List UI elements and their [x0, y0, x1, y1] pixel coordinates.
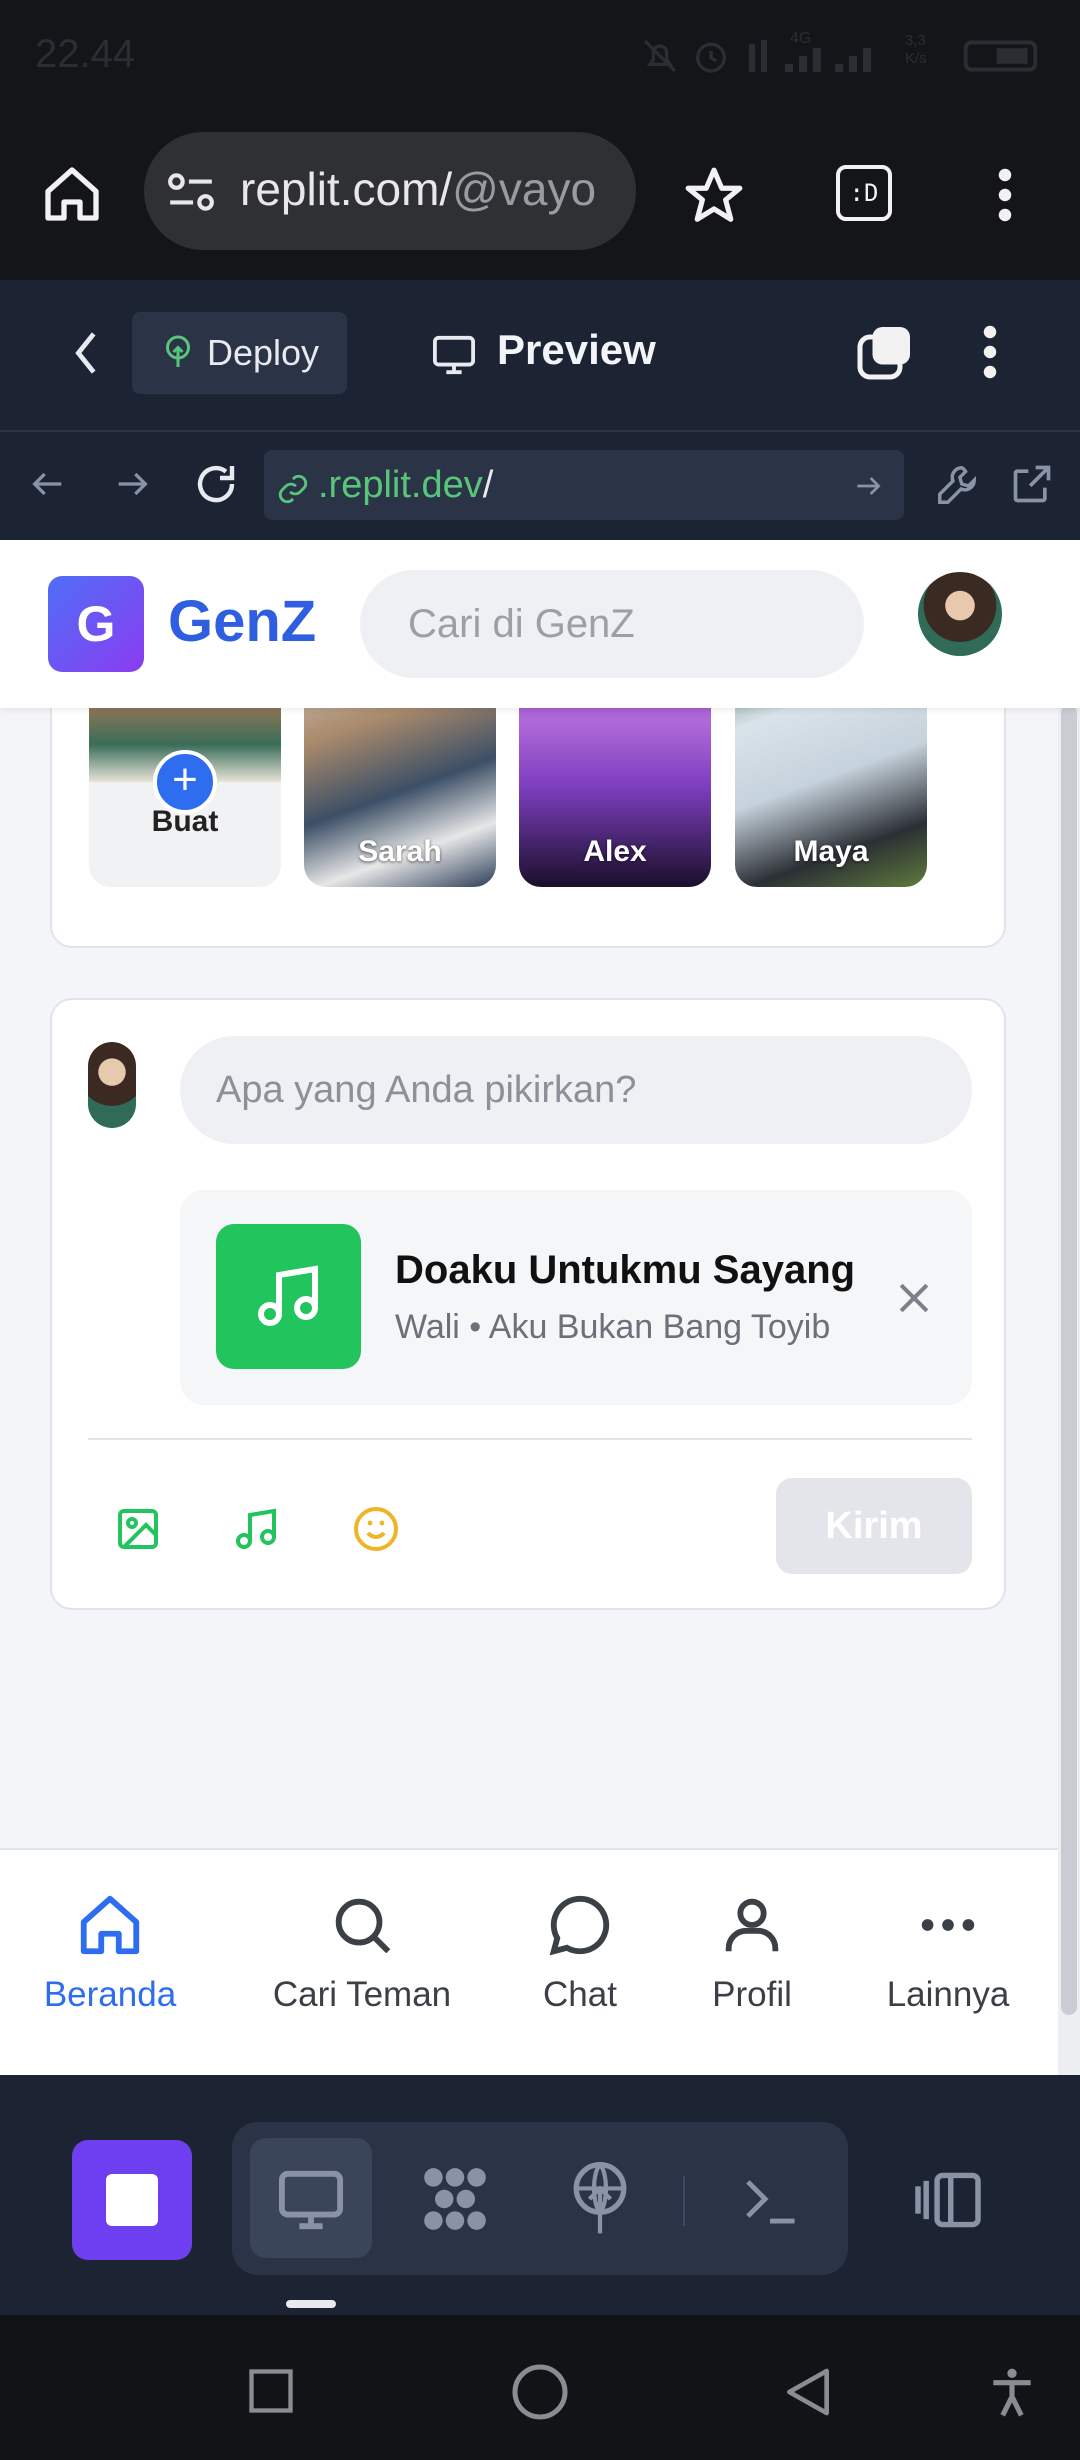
avatar[interactable] — [918, 572, 1002, 656]
tab-switcher-icon[interactable]: :D — [836, 165, 892, 221]
app-name[interactable]: GenZ — [168, 588, 316, 655]
terminal-icon[interactable] — [740, 2172, 800, 2226]
star-icon[interactable] — [683, 165, 745, 227]
music-note-icon — [216, 1224, 361, 1369]
user-icon — [725, 1898, 779, 1952]
address-text: replit.com/@vayo — [240, 162, 630, 216]
stop-button[interactable] — [72, 2140, 192, 2260]
preview-url-text: .replit.dev/ — [318, 464, 493, 507]
alarm-icon — [696, 42, 726, 73]
app-header: G GenZ — [0, 540, 1080, 708]
bottom-nav: Beranda Cari Teman Chat Profil Lainnya — [0, 1848, 1058, 2075]
nav-item-cari-teman[interactable]: Cari Teman — [262, 1890, 462, 2015]
url-host: replit.com/ — [240, 163, 453, 215]
song-artist-album: Wali • Aku Bukan Bang Toyib — [395, 1308, 831, 1346]
attached-music-card: Doaku Untukmu Sayang Wali • Aku Bukan Ba… — [180, 1190, 972, 1405]
app-preview: + Buat Sarah Alex Maya Doaku Untukmu Say… — [0, 540, 1080, 2075]
song-title: Doaku Untukmu Sayang — [395, 1248, 856, 1292]
tab-indicator — [286, 2300, 336, 2308]
post-input[interactable] — [180, 1036, 972, 1144]
deploy-icon — [166, 335, 190, 367]
url-path: @vayo — [452, 163, 597, 215]
nav-item-lainnya[interactable]: Lainnya — [878, 1890, 1018, 2015]
deploy-icon[interactable] — [568, 2162, 632, 2236]
refresh-icon[interactable] — [192, 460, 240, 508]
nav-item-beranda[interactable]: Beranda — [30, 1890, 190, 2015]
search-input[interactable] — [360, 570, 864, 678]
story-name: Sarah — [358, 835, 442, 868]
send-button[interactable]: Kirim — [776, 1478, 972, 1574]
nav-label: Profil — [712, 1975, 792, 2014]
arrow-forward-icon[interactable] — [112, 464, 152, 504]
url-domain: .replit.dev — [318, 464, 483, 506]
back-triangle-icon[interactable] — [780, 2362, 836, 2422]
open-external-icon[interactable] — [1010, 462, 1054, 506]
monitor-icon — [433, 335, 475, 375]
nav-label: Chat — [543, 1975, 617, 2014]
battery-icon — [963, 40, 1038, 72]
packages-icon[interactable] — [418, 2162, 492, 2236]
arrow-back-icon[interactable] — [28, 464, 68, 504]
story-name: Buat — [151, 805, 219, 838]
image-icon[interactable] — [114, 1505, 162, 1553]
more-horiz-icon — [921, 1919, 975, 1931]
post-composer: Doaku Untukmu Sayang Wali • Aku Bukan Ba… — [50, 998, 1006, 1610]
divider — [683, 2176, 685, 2226]
network-speed: 3,3 K/s — [905, 32, 927, 67]
status-bar: 22.44 4G 3,3 K/s — [0, 0, 1080, 112]
search-icon — [335, 1898, 391, 1954]
nav-label: Cari Teman — [272, 1975, 452, 2014]
pane-layout-icon[interactable] — [912, 2170, 984, 2230]
logo[interactable]: G — [48, 576, 144, 672]
search-box[interactable] — [360, 570, 864, 678]
chat-bubble-icon — [549, 1895, 610, 1956]
more-vert-icon[interactable] — [990, 165, 1020, 225]
close-icon[interactable] — [892, 1276, 936, 1320]
home-circle-icon[interactable] — [510, 2362, 570, 2422]
signal-icon — [749, 40, 871, 72]
scrollbar-thumb[interactable] — [1061, 705, 1077, 2015]
nav-label: Beranda — [43, 1975, 177, 2014]
avatar — [88, 1042, 136, 1128]
post-text-field[interactable] — [180, 1036, 972, 1144]
url-path: / — [482, 464, 494, 506]
home-icon[interactable] — [40, 162, 104, 226]
status-time: 22.44 — [35, 32, 136, 76]
go-arrow-icon[interactable] — [852, 470, 884, 502]
music-icon[interactable] — [232, 1505, 280, 1553]
more-vert-icon[interactable] — [975, 322, 1005, 382]
link-icon — [278, 474, 308, 504]
nav-item-profil[interactable]: Profil — [692, 1890, 812, 2015]
monitor-icon — [279, 2170, 343, 2230]
wrench-icon[interactable] — [934, 462, 980, 508]
accessibility-icon[interactable] — [984, 2362, 1040, 2422]
mute-icon — [643, 39, 677, 73]
story-name: Alex — [583, 835, 647, 868]
new-tab-icon[interactable] — [855, 322, 915, 382]
recents-icon[interactable] — [245, 2365, 297, 2417]
home-icon — [80, 1895, 140, 1955]
back-chevron-icon[interactable] — [66, 330, 106, 376]
nav-label: Lainnya — [886, 1975, 1010, 2014]
story-name: Maya — [793, 835, 869, 868]
emoji-icon[interactable] — [352, 1505, 400, 1553]
preview-tab[interactable]: Preview — [497, 326, 656, 374]
deploy-label: Deploy — [207, 332, 320, 373]
site-settings-icon[interactable] — [166, 170, 216, 214]
nav-item-chat[interactable]: Chat — [520, 1890, 640, 2015]
divider — [88, 1438, 972, 1440]
